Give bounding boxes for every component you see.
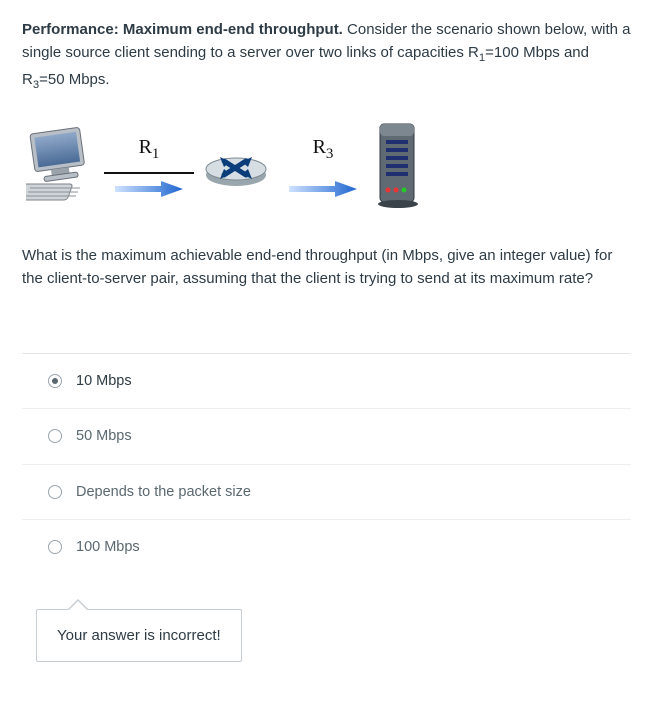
answer-option-3[interactable]: 100 Mbps bbox=[22, 520, 631, 574]
answer-label: 100 Mbps bbox=[76, 536, 140, 558]
link-r1: R1 bbox=[104, 132, 194, 198]
answer-option-0[interactable]: 10 Mbps bbox=[22, 354, 631, 409]
r3-label: R3 bbox=[313, 132, 334, 166]
question-desc-part3: =50 Mbps. bbox=[39, 71, 109, 88]
arrow-right-icon bbox=[113, 180, 185, 198]
arrow-right-icon bbox=[287, 180, 359, 198]
network-diagram: R1 R3 bbox=[22, 122, 631, 208]
link-line-1 bbox=[104, 172, 194, 174]
question-followup: What is the maximum achievable end-end t… bbox=[22, 244, 631, 291]
radio-icon bbox=[48, 374, 62, 388]
server-icon bbox=[374, 122, 422, 208]
router-icon bbox=[200, 141, 272, 189]
spacer bbox=[278, 172, 368, 174]
feedback-bubble: Your answer is incorrect! bbox=[36, 609, 242, 662]
answer-label: 10 Mbps bbox=[76, 370, 132, 392]
radio-icon bbox=[48, 485, 62, 499]
r1-label: R1 bbox=[139, 132, 160, 166]
answer-label: Depends to the packet size bbox=[76, 481, 251, 503]
feedback-text: Your answer is incorrect! bbox=[57, 627, 221, 644]
question-title: Performance: Maximum end-end throughput. bbox=[22, 21, 343, 38]
question-prompt: Performance: Maximum end-end throughput.… bbox=[22, 18, 631, 94]
radio-icon bbox=[48, 429, 62, 443]
radio-icon bbox=[48, 540, 62, 554]
client-computer-icon bbox=[26, 126, 98, 204]
answer-option-1[interactable]: 50 Mbps bbox=[22, 409, 631, 464]
link-r3: R3 bbox=[278, 132, 368, 198]
feedback-container: Your answer is incorrect! bbox=[22, 609, 631, 662]
answer-list: 10 Mbps 50 Mbps Depends to the packet si… bbox=[22, 353, 631, 575]
answer-option-2[interactable]: Depends to the packet size bbox=[22, 465, 631, 520]
answer-label: 50 Mbps bbox=[76, 425, 132, 447]
